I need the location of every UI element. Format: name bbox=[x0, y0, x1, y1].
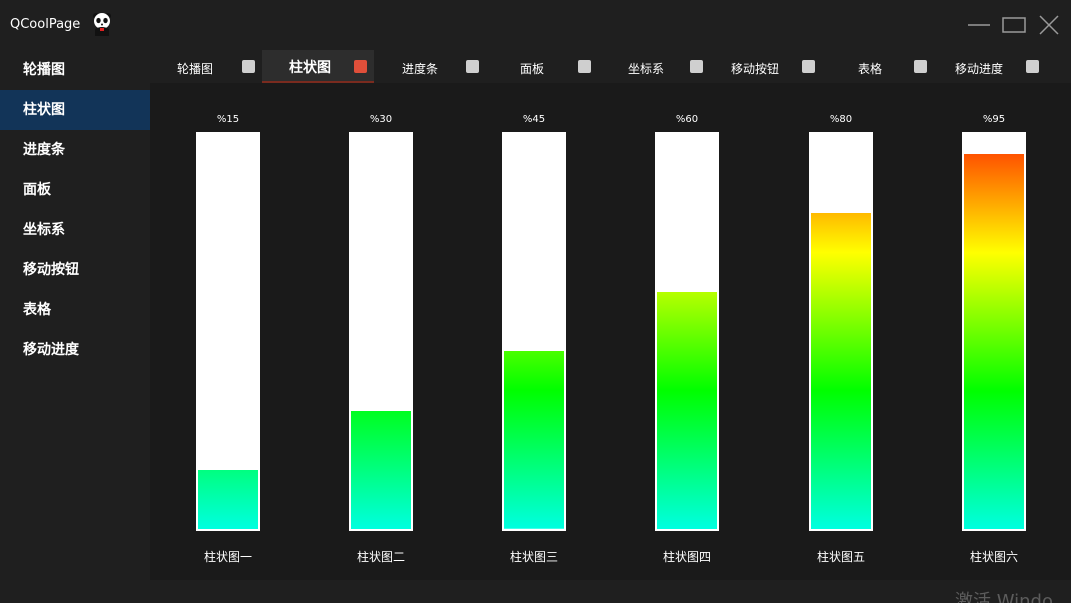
tab-table[interactable]: 表格 bbox=[822, 50, 934, 83]
tab-move-progress[interactable]: 移动进度 bbox=[934, 50, 1046, 83]
bar-group: %95 柱状图六 bbox=[962, 83, 1026, 580]
bar-percent-label: %80 bbox=[829, 114, 853, 125]
sidebar-item-label: 坐标系 bbox=[23, 222, 65, 238]
bar-percent-label: %60 bbox=[675, 114, 699, 125]
tab-panel[interactable]: 面板 bbox=[486, 50, 598, 83]
tab-label: 柱状图 bbox=[289, 60, 331, 76]
sidebar-item-label: 面板 bbox=[23, 182, 51, 198]
bar-fill bbox=[657, 292, 717, 529]
sidebar-item-bar-chart[interactable]: 柱状图 bbox=[0, 90, 150, 130]
panda-icon bbox=[93, 13, 111, 36]
sidebar-item-move-progress[interactable]: 移动进度 bbox=[0, 330, 150, 370]
tab-label: 坐标系 bbox=[628, 62, 665, 76]
bar-track bbox=[349, 132, 413, 531]
tab-close-icon[interactable] bbox=[1026, 60, 1039, 73]
bar-track bbox=[655, 132, 719, 531]
sidebar-item-coordinate[interactable]: 坐标系 bbox=[0, 210, 150, 250]
maximize-icon[interactable] bbox=[1001, 12, 1027, 38]
bar-fill bbox=[504, 351, 564, 529]
tab-close-icon[interactable] bbox=[802, 60, 815, 73]
tab-label: 移动按钮 bbox=[731, 62, 780, 76]
bar-group: %80 柱状图五 bbox=[809, 83, 873, 580]
sidebar-item-label: 移动进度 bbox=[23, 342, 79, 358]
bar-fill bbox=[811, 213, 871, 529]
sidebar-item-progress-bar[interactable]: 进度条 bbox=[0, 130, 150, 170]
bar-track bbox=[196, 132, 260, 531]
app-title: QCoolPage bbox=[10, 17, 81, 32]
bar-chart-panel: %15 柱状图一 %30 柱状图二 %45 柱状图三 %60 柱状图四 %80 … bbox=[150, 83, 1071, 580]
tab-label: 表格 bbox=[858, 62, 883, 76]
bar-group: %30 柱状图二 bbox=[349, 83, 413, 580]
bar-percent-label: %15 bbox=[216, 114, 240, 125]
tab-bar-chart[interactable]: 柱状图 bbox=[262, 50, 374, 83]
tab-move-button[interactable]: 移动按钮 bbox=[710, 50, 822, 83]
tab-close-icon[interactable] bbox=[690, 60, 703, 73]
sidebar-item-panel[interactable]: 面板 bbox=[0, 170, 150, 210]
bar-name: 柱状图四 bbox=[662, 550, 711, 564]
sidebar-item-label: 轮播图 bbox=[23, 62, 65, 78]
app-window: QCoolPage 轮播图 柱状图 进度条 面板 坐标系 移动按钮 表格 移动进… bbox=[0, 0, 1071, 603]
tab-close-icon[interactable] bbox=[914, 60, 927, 73]
bar-name: 柱状图一 bbox=[203, 550, 252, 564]
bar-track bbox=[502, 132, 566, 531]
sidebar-item-label: 移动按钮 bbox=[23, 262, 79, 278]
bar-fill bbox=[198, 469, 258, 529]
sidebar: 轮播图 柱状图 进度条 面板 坐标系 移动按钮 表格 移动进度 bbox=[0, 50, 150, 603]
sidebar-item-carousel[interactable]: 轮播图 bbox=[0, 50, 150, 90]
bar-group: %15 柱状图一 bbox=[196, 83, 260, 580]
bar-percent-label: %30 bbox=[369, 114, 393, 125]
tab-progress-bar[interactable]: 进度条 bbox=[374, 50, 486, 83]
tab-label: 进度条 bbox=[402, 62, 439, 76]
bar-name: 柱状图六 bbox=[969, 550, 1018, 564]
sidebar-item-label: 进度条 bbox=[23, 142, 65, 158]
close-icon[interactable] bbox=[1036, 12, 1062, 38]
tab-close-icon[interactable] bbox=[354, 60, 367, 73]
bar-name: 柱状图三 bbox=[509, 550, 558, 564]
tab-label: 面板 bbox=[520, 62, 545, 76]
bar-track bbox=[962, 132, 1026, 531]
bar-fill bbox=[964, 153, 1024, 529]
bar-percent-label: %45 bbox=[522, 114, 546, 125]
sidebar-item-label: 表格 bbox=[23, 302, 51, 318]
bar-name: 柱状图二 bbox=[356, 550, 405, 564]
tab-close-icon[interactable] bbox=[242, 60, 255, 73]
sidebar-item-move-button[interactable]: 移动按钮 bbox=[0, 250, 150, 290]
tab-close-icon[interactable] bbox=[578, 60, 591, 73]
bar-name: 柱状图五 bbox=[816, 550, 865, 564]
bar-track bbox=[809, 132, 873, 531]
tab-close-icon[interactable] bbox=[466, 60, 479, 73]
tab-carousel[interactable]: 轮播图 bbox=[150, 50, 262, 83]
sidebar-item-table[interactable]: 表格 bbox=[0, 290, 150, 330]
tab-label: 轮播图 bbox=[177, 62, 214, 76]
tab-coordinate[interactable]: 坐标系 bbox=[598, 50, 710, 83]
sidebar-item-label: 柱状图 bbox=[23, 102, 65, 118]
bar-group: %60 柱状图四 bbox=[655, 83, 719, 580]
tab-bar: 轮播图 柱状图 进度条 面板 坐标系 移动按钮 表格 移动进度 bbox=[150, 50, 1071, 83]
bar-percent-label: %95 bbox=[982, 114, 1006, 125]
bar-fill bbox=[351, 410, 411, 529]
minimize-icon[interactable] bbox=[966, 12, 992, 38]
activation-watermark: 激活 Windo bbox=[955, 591, 1053, 603]
title-bar[interactable]: QCoolPage bbox=[0, 0, 1071, 50]
bar-group: %45 柱状图三 bbox=[502, 83, 566, 580]
tab-label: 移动进度 bbox=[955, 62, 1004, 76]
